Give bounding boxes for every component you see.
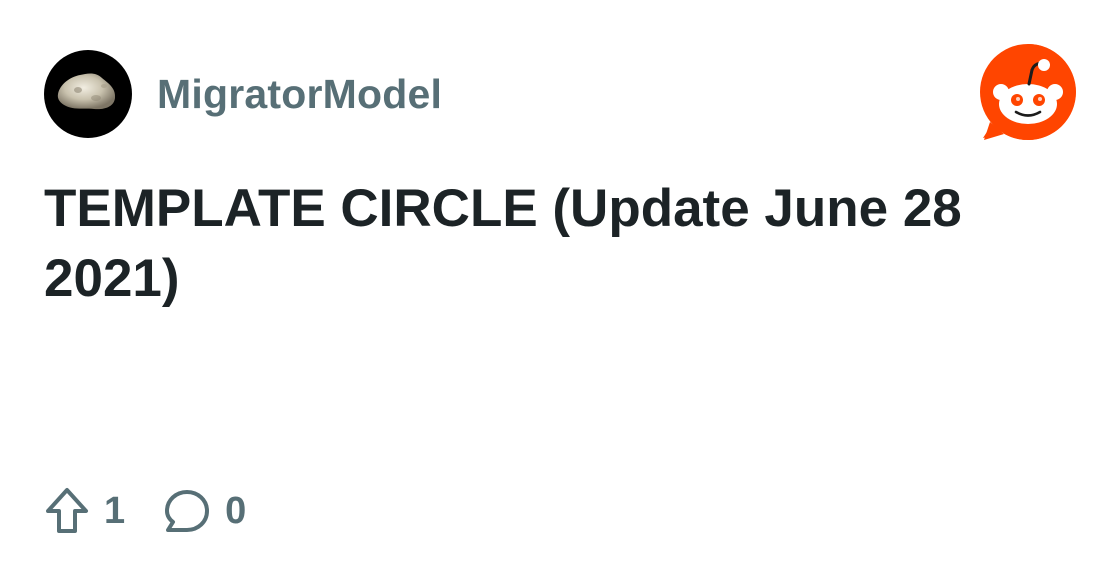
author-username[interactable]: MigratorModel [157,71,442,118]
post-title[interactable]: TEMPLATE CIRCLE (Update June 28 2021) [44,174,1054,314]
upvote-arrow-icon[interactable] [44,487,90,535]
reddit-logo [978,42,1078,142]
reddit-snoo-icon [980,44,1076,140]
upvote-count: 1 [104,489,126,532]
post-stats: 1 0 [44,484,246,538]
comment-bubble-icon[interactable] [163,487,211,535]
post-header: MigratorModel [44,50,442,138]
comment-stat[interactable]: 0 [163,487,246,535]
author-avatar[interactable] [44,50,132,138]
asteroid-icon [57,73,116,110]
upvote-stat[interactable]: 1 [44,487,125,535]
comment-count: 0 [225,489,247,532]
